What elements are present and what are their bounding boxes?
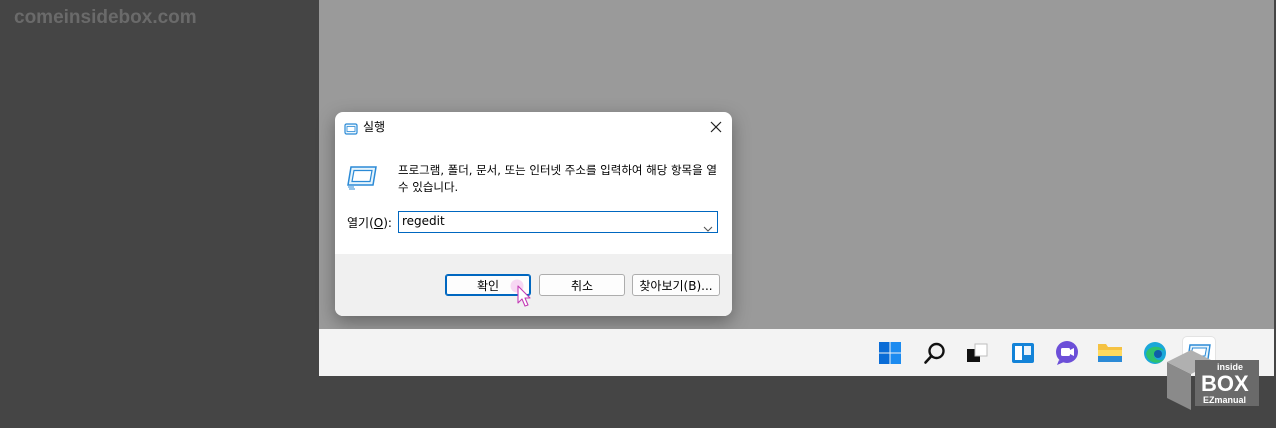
run-app-icon (344, 120, 358, 139)
logo-line3: EZmanual (1203, 395, 1246, 405)
search-icon[interactable] (919, 337, 951, 369)
open-label-accesskey: O (373, 216, 384, 230)
widgets-icon[interactable] (1007, 337, 1039, 369)
browse-button[interactable]: 찾아보기(B)... (632, 274, 720, 296)
mouse-pointer-icon (509, 279, 535, 313)
insidebox-logo: inside BOX EZmanual (1165, 348, 1265, 414)
open-label-suffix: ): (383, 216, 392, 230)
task-view-icon[interactable] (961, 337, 993, 369)
open-combobox[interactable]: regedit (398, 211, 718, 233)
file-explorer-icon[interactable] (1094, 337, 1126, 369)
run-large-icon (347, 164, 379, 194)
chat-icon[interactable] (1051, 337, 1083, 369)
logo-line2: BOX (1201, 371, 1249, 396)
title-bar[interactable]: 실행 (335, 112, 732, 142)
close-icon (710, 121, 722, 133)
cancel-button[interactable]: 취소 (539, 274, 625, 296)
chevron-down-icon[interactable] (703, 217, 713, 236)
watermark-text: comeinsidebox.com (14, 7, 197, 28)
taskbar (319, 329, 1274, 376)
dialog-title: 실행 (363, 120, 386, 134)
dialog-description: 프로그램, 폴더, 문서, 또는 인터넷 주소를 입력하여 해당 항목을 열 수… (398, 163, 717, 194)
close-button[interactable] (700, 112, 732, 142)
open-label-prefix: 열기( (347, 216, 374, 230)
windows-start-icon[interactable] (874, 337, 906, 369)
open-label: 열기(O): (347, 214, 392, 231)
open-input[interactable]: regedit (402, 214, 445, 228)
